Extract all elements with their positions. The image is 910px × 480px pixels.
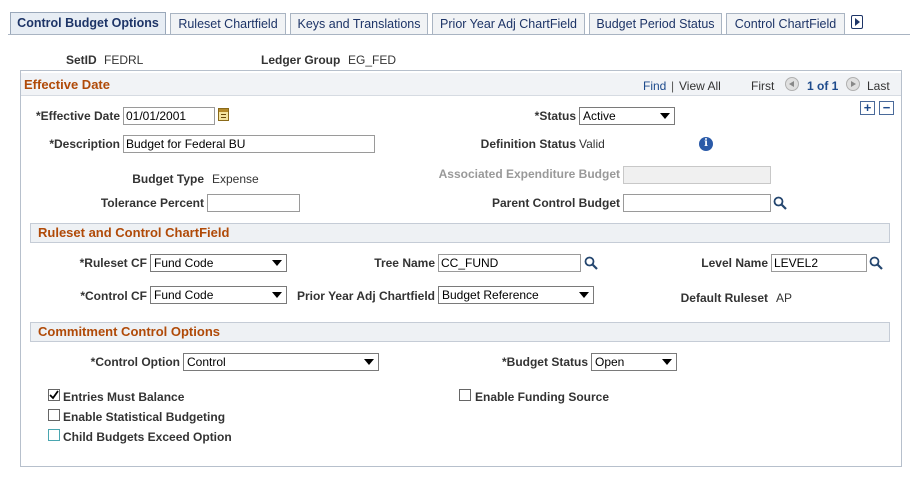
setid-value: FEDRL [104,53,144,67]
chevron-down-icon [364,359,374,365]
associated-expenditure-budget-label: Associated Expenditure Budget [438,167,620,181]
control-option-select[interactable]: Control [183,353,379,371]
associated-expenditure-budget-field [623,166,771,184]
chevron-down-icon [662,359,672,365]
tab-budget-period-status[interactable]: Budget Period Status [589,13,722,34]
control-cf-label: *Control CF [80,289,147,303]
tab-control-chartfield[interactable]: Control ChartField [726,13,845,34]
budget-type-value: Expense [212,172,259,186]
info-icon[interactable]: i [699,137,713,151]
status-select[interactable]: Active [579,107,675,125]
next-row-icon[interactable] [846,77,860,91]
tab-prior-year-adj-chartfield[interactable]: Prior Year Adj ChartField [432,13,585,34]
checkmark-icon [49,390,59,400]
budget-status-label: *Budget Status [501,355,588,369]
ruleset-cf-select-value: Fund Code [154,256,214,270]
last-label: Last [867,79,890,93]
first-label: First [751,79,775,93]
child-budgets-exceed-label: Child Budgets Exceed Option [63,430,232,444]
previous-row-icon[interactable] [785,77,799,91]
default-ruleset-label: Default Ruleset [680,291,768,305]
status-select-value: Active [583,109,616,123]
enable-funding-source-checkbox[interactable] [459,389,471,401]
effective-date-field[interactable]: 01/01/2001 [123,107,215,125]
ledger-group-value: EG_FED [348,53,397,67]
control-cf-select-value: Fund Code [154,288,214,302]
chevron-down-icon [579,292,589,298]
search-icon[interactable] [868,255,884,271]
search-icon[interactable] [583,255,599,271]
status-label: *Status [534,109,576,123]
tolerance-percent-field[interactable] [207,194,300,212]
ruleset-cf-select[interactable]: Fund Code [150,254,287,272]
paging-text: 1 of 1 [807,79,839,93]
prior-year-adj-chartfield-select[interactable]: Budget Reference [438,286,594,304]
enable-funding-source-label: Enable Funding Source [475,390,610,404]
parent-control-budget-label: Parent Control Budget [492,196,620,210]
calendar-icon[interactable] [218,108,229,121]
budget-status-select-value: Open [595,355,625,369]
level-name-field[interactable]: LEVEL2 [771,254,867,272]
description-field[interactable]: Budget for Federal BU [123,135,375,153]
tree-name-label: Tree Name [374,256,435,270]
chevron-down-icon [272,260,282,266]
enable-statistical-budgeting-checkbox[interactable] [48,409,60,421]
tolerance-percent-label: Tolerance Percent [100,196,204,210]
default-ruleset-value: AP [776,291,793,305]
ruleset-section-header: Ruleset and Control ChartField [30,223,890,243]
prior-year-adj-chartfield-select-value: Budget Reference [442,288,539,302]
chevron-down-icon [272,292,282,298]
control-option-label: *Control Option [90,355,180,369]
effective-date-label: *Effective Date [35,109,120,123]
tab-bar-divider [8,34,910,35]
child-budgets-exceed-checkbox[interactable] [48,429,60,441]
parent-control-budget-field[interactable] [623,194,771,212]
control-cf-select[interactable]: Fund Code [150,286,287,304]
delete-row-button[interactable]: − [879,101,894,115]
control-option-select-value: Control [187,355,226,369]
nav-separator: | [671,79,675,93]
tab-scroll-right-icon[interactable] [851,15,863,29]
tab-control-budget-options[interactable]: Control Budget Options [10,12,166,35]
ruleset-cf-label: *Ruleset CF [79,256,147,270]
add-row-button[interactable]: + [860,101,875,115]
enable-statistical-budgeting-label: Enable Statistical Budgeting [63,410,226,424]
commitment-section-header: Commitment Control Options [30,322,890,342]
budget-type-label: Budget Type [132,172,204,186]
setid-label: SetID [66,53,97,67]
view-all-link[interactable]: View All [679,79,721,93]
entries-must-balance-label: Entries Must Balance [63,390,185,404]
ledger-group-label: Ledger Group [261,53,341,67]
prior-year-adj-chartfield-label: Prior Year Adj Chartfield [296,289,435,303]
effective-date-title: Effective Date [24,77,110,92]
tab-ruleset-chartfield[interactable]: Ruleset Chartfield [170,13,286,34]
definition-status-value: Valid [579,137,605,151]
tab-keys-and-translations[interactable]: Keys and Translations [290,13,428,34]
find-link[interactable]: Find [643,79,666,93]
description-label: *Description [49,137,120,151]
chevron-down-icon [660,113,670,119]
entries-must-balance-checkbox[interactable] [48,389,60,401]
level-name-label: Level Name [701,256,768,270]
budget-status-select[interactable]: Open [591,353,677,371]
tree-name-field[interactable]: CC_FUND [438,254,581,272]
definition-status-label: Definition Status [480,137,576,151]
search-icon[interactable] [772,195,788,211]
